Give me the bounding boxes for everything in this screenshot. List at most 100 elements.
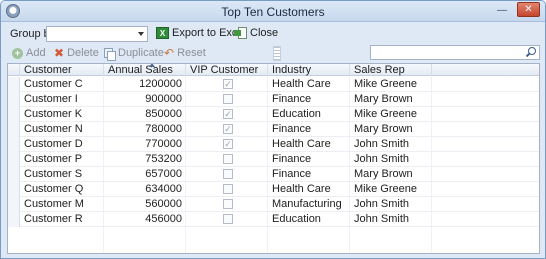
cell-annual-sales[interactable]: 753200	[104, 152, 186, 167]
edit-toolbar: + Add ✖ Delete Duplicate ↶ Reset	[1, 44, 545, 62]
reset-button[interactable]: ↶ Reset	[164, 47, 206, 60]
cell-industry[interactable]: Finance	[268, 122, 350, 137]
column-header-sales-rep[interactable]: Sales Rep	[350, 64, 432, 76]
cell-industry[interactable]: Education	[268, 212, 350, 227]
cell-vip-customer[interactable]: ✓	[186, 122, 268, 137]
table-row[interactable]: Customer D 770000 ✓ Health Care John Smi…	[8, 137, 539, 152]
cell-customer[interactable]: Customer I	[20, 92, 104, 107]
vip-checkbox[interactable]	[223, 199, 233, 209]
cell-annual-sales[interactable]: 900000	[104, 92, 186, 107]
vip-checkbox[interactable]	[223, 214, 233, 224]
search-icon[interactable]	[525, 47, 536, 58]
close-window-button[interactable]: ✕	[517, 2, 540, 17]
cell-vip-customer[interactable]	[186, 182, 268, 197]
cell-customer[interactable]: Customer C	[20, 77, 104, 92]
cell-customer[interactable]: Customer K	[20, 107, 104, 122]
cell-sales-rep[interactable]: Mike Greene	[350, 182, 432, 197]
cell-annual-sales[interactable]: 1200000	[104, 77, 186, 92]
cell-annual-sales[interactable]: 770000	[104, 137, 186, 152]
cell-customer[interactable]: Customer N	[20, 122, 104, 137]
row-indicator[interactable]	[8, 212, 20, 227]
vip-checkbox[interactable]: ✓	[223, 109, 233, 119]
cell-sales-rep[interactable]: Mike Greene	[350, 77, 432, 92]
cell-annual-sales[interactable]: 560000	[104, 197, 186, 212]
column-header-industry[interactable]: Industry	[268, 64, 350, 76]
minimize-button[interactable]: —	[494, 3, 510, 17]
cell-industry[interactable]: Health Care	[268, 182, 350, 197]
cell-sales-rep[interactable]: John Smith	[350, 137, 432, 152]
vip-checkbox[interactable]: ✓	[223, 139, 233, 149]
cell-annual-sales[interactable]: 634000	[104, 182, 186, 197]
row-indicator[interactable]	[8, 167, 20, 182]
cell-customer[interactable]: Customer M	[20, 197, 104, 212]
delete-button[interactable]: ✖ Delete	[54, 47, 99, 60]
vip-checkbox[interactable]	[223, 184, 233, 194]
row-indicator[interactable]	[8, 197, 20, 212]
table-row[interactable]: Customer S 657000 Finance Mary Brown	[8, 167, 539, 182]
cell-customer[interactable]: Customer S	[20, 167, 104, 182]
cell-annual-sales[interactable]: 456000	[104, 212, 186, 227]
cell-customer[interactable]: Customer R	[20, 212, 104, 227]
cell-sales-rep[interactable]: John Smith	[350, 197, 432, 212]
cell-vip-customer[interactable]: ✓	[186, 137, 268, 152]
column-header-customer[interactable]: Customer	[20, 64, 104, 76]
cell-industry[interactable]: Education	[268, 107, 350, 122]
cell-industry[interactable]: Finance	[268, 152, 350, 167]
cell-vip-customer[interactable]: ✓	[186, 107, 268, 122]
export-to-excel-button[interactable]: X Export to Excel	[156, 27, 246, 39]
row-indicator[interactable]	[8, 182, 20, 197]
row-indicator[interactable]	[8, 137, 20, 152]
cell-industry[interactable]: Manufacturing	[268, 197, 350, 212]
cell-vip-customer[interactable]	[186, 92, 268, 107]
cell-industry[interactable]: Finance	[268, 92, 350, 107]
cell-sales-rep[interactable]: John Smith	[350, 212, 432, 227]
table-row[interactable]: Customer R 456000 Education John Smith	[8, 212, 539, 227]
cell-sales-rep[interactable]: Mike Greene	[350, 107, 432, 122]
close-button[interactable]: Close	[234, 27, 278, 39]
row-indicator[interactable]	[8, 122, 20, 137]
vip-checkbox[interactable]	[223, 154, 233, 164]
cell-sales-rep[interactable]: Mary Brown	[350, 167, 432, 182]
group-by-select[interactable]	[46, 26, 148, 42]
row-indicator[interactable]	[8, 152, 20, 167]
add-button[interactable]: + Add	[12, 47, 46, 59]
cell-customer[interactable]: Customer P	[20, 152, 104, 167]
row-indicator[interactable]	[8, 77, 20, 92]
table-row[interactable]: Customer C 1200000 ✓ Health Care Mike Gr…	[8, 77, 539, 92]
cell-sales-rep[interactable]: Mary Brown	[350, 92, 432, 107]
cell-annual-sales[interactable]: 780000	[104, 122, 186, 137]
table-row[interactable]: Customer P 753200 Finance John Smith	[8, 152, 539, 167]
table-row[interactable]: Customer I 900000 Finance Mary Brown	[8, 92, 539, 107]
cell-vip-customer[interactable]	[186, 197, 268, 212]
cell-industry[interactable]: Health Care	[268, 137, 350, 152]
table-row[interactable]: Customer Q 634000 Health Care Mike Green…	[8, 182, 539, 197]
cell-sales-rep[interactable]: John Smith	[350, 152, 432, 167]
table-row[interactable]: Customer N 780000 ✓ Finance Mary Brown	[8, 122, 539, 137]
cell-annual-sales[interactable]: 850000	[104, 107, 186, 122]
column-header-vip-customer[interactable]: VIP Customer	[186, 64, 268, 76]
cell-annual-sales[interactable]: 657000	[104, 167, 186, 182]
column-header-annual-sales-label: Annual Sales	[108, 64, 173, 76]
row-indicator[interactable]	[8, 92, 20, 107]
cell-vip-customer[interactable]	[186, 167, 268, 182]
cell-customer[interactable]: Customer D	[20, 137, 104, 152]
duplicate-button[interactable]: Duplicate	[104, 47, 164, 61]
vip-checkbox[interactable]	[223, 94, 233, 104]
cell-sales-rep[interactable]: Mary Brown	[350, 122, 432, 137]
cell-industry[interactable]: Finance	[268, 167, 350, 182]
vip-checkbox[interactable]	[223, 169, 233, 179]
cell-vip-customer[interactable]	[186, 212, 268, 227]
cell-industry[interactable]: Health Care	[268, 77, 350, 92]
table-row[interactable]: Customer M 560000 Manufacturing John Smi…	[8, 197, 539, 212]
cell-customer[interactable]: Customer Q	[20, 182, 104, 197]
main-toolbar: Group by X Export to Excel Close	[1, 23, 545, 61]
table-row[interactable]: Customer K 850000 ✓ Education Mike Green…	[8, 107, 539, 122]
column-header-annual-sales[interactable]: Annual Sales	[104, 64, 186, 76]
chevron-down-icon[interactable]	[138, 32, 144, 36]
vip-checkbox[interactable]: ✓	[223, 79, 233, 89]
row-indicator[interactable]	[8, 107, 20, 122]
search-input[interactable]	[370, 45, 540, 60]
vip-checkbox[interactable]: ✓	[223, 124, 233, 134]
cell-vip-customer[interactable]: ✓	[186, 77, 268, 92]
cell-vip-customer[interactable]	[186, 152, 268, 167]
